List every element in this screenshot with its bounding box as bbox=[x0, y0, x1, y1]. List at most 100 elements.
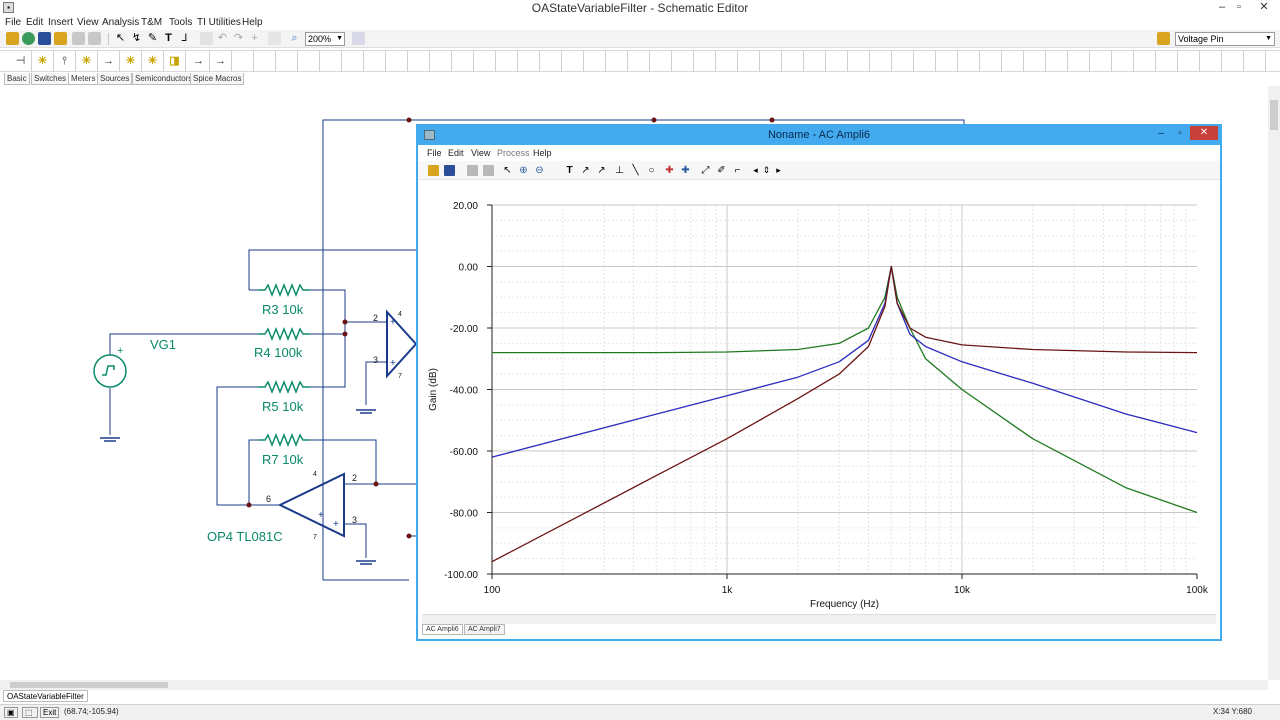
save-icon[interactable] bbox=[38, 32, 51, 45]
menu-ti-utilities[interactable]: TI Utilities bbox=[197, 17, 241, 28]
close-button[interactable]: ✕ bbox=[1254, 0, 1274, 14]
empty-slot[interactable] bbox=[364, 51, 386, 72]
empty-slot[interactable] bbox=[694, 51, 716, 72]
updown-icon[interactable]: ⇕ bbox=[761, 165, 772, 176]
empty-slot[interactable] bbox=[386, 51, 408, 72]
zoom-in-icon[interactable]: ⊕ bbox=[518, 165, 529, 176]
ammeter-icon[interactable]: ⊣ bbox=[10, 51, 32, 72]
empty-slot[interactable] bbox=[1156, 51, 1178, 72]
empty-slot[interactable] bbox=[518, 51, 540, 72]
empty-slot[interactable] bbox=[232, 51, 254, 72]
marker-icon[interactable]: ↗ bbox=[580, 165, 591, 176]
empty-slot[interactable] bbox=[782, 51, 804, 72]
pointer-icon[interactable]: ↖ bbox=[502, 165, 513, 176]
zoom-out-icon[interactable]: ⊖ bbox=[534, 165, 545, 176]
ac-menu-help[interactable]: Help bbox=[533, 148, 552, 158]
empty-slot[interactable] bbox=[650, 51, 672, 72]
empty-slot[interactable] bbox=[628, 51, 650, 72]
circle-icon[interactable]: ○ bbox=[646, 165, 657, 176]
step-icon[interactable]: ⌐ bbox=[732, 165, 743, 176]
copy-icon[interactable] bbox=[88, 32, 101, 45]
plot-area[interactable]: 20.00 0.00 -20.00 -40.00 -60.00 -80.00 -100.00… bbox=[422, 182, 1216, 614]
ac-maximize-button[interactable]: ▫ bbox=[1170, 128, 1190, 139]
signal-output-icon[interactable]: → bbox=[210, 51, 232, 72]
tab-spice-macros[interactable]: Spice Macros bbox=[190, 73, 245, 85]
empty-slot[interactable] bbox=[1134, 51, 1156, 72]
empty-slot[interactable] bbox=[254, 51, 276, 72]
empty-slot[interactable] bbox=[1244, 51, 1266, 72]
scroll-thumb[interactable] bbox=[1270, 100, 1278, 130]
ac-menu-edit[interactable]: Edit bbox=[448, 148, 464, 158]
empty-slot[interactable] bbox=[452, 51, 474, 72]
voltmeter-icon[interactable]: ✳ bbox=[32, 51, 54, 72]
ac-minimize-button[interactable]: – bbox=[1151, 128, 1171, 139]
cursor-c-icon[interactable]: ✚ bbox=[680, 165, 691, 176]
empty-slot[interactable] bbox=[408, 51, 430, 72]
right-icon[interactable]: ▸ bbox=[773, 165, 784, 176]
horizontal-scrollbar[interactable] bbox=[0, 680, 1268, 690]
menu-edit[interactable]: Edit bbox=[26, 17, 43, 28]
pencil-icon[interactable]: ✎ bbox=[146, 32, 159, 45]
empty-slot[interactable] bbox=[298, 51, 320, 72]
grid-icon[interactable] bbox=[268, 32, 281, 45]
redo-icon[interactable]: ↷ bbox=[232, 32, 245, 45]
bode-plot[interactable]: 20.00 0.00 -20.00 -40.00 -60.00 -80.00 -100.00… bbox=[422, 182, 1216, 614]
tab-meters[interactable]: Meters bbox=[68, 73, 99, 85]
menu-analysis[interactable]: Analysis bbox=[102, 17, 139, 28]
empty-slot[interactable] bbox=[892, 51, 914, 72]
open-recent-icon[interactable] bbox=[54, 32, 67, 45]
tab-semiconductors[interactable]: Semiconductors bbox=[132, 73, 196, 85]
paste-icon[interactable] bbox=[483, 165, 494, 176]
status-icon[interactable]: ▣ bbox=[4, 707, 18, 718]
empty-slot[interactable] bbox=[562, 51, 584, 72]
ac-menu-view[interactable]: View bbox=[471, 148, 490, 158]
empty-slot[interactable] bbox=[474, 51, 496, 72]
axis-icon[interactable]: ⊥ bbox=[614, 165, 625, 176]
empty-slot[interactable] bbox=[936, 51, 958, 72]
empty-slot[interactable] bbox=[430, 51, 452, 72]
ac-tab-ampli6[interactable]: AC Ampli6 bbox=[422, 624, 463, 635]
empty-slot[interactable] bbox=[1046, 51, 1068, 72]
tab-sources[interactable]: Sources bbox=[97, 73, 133, 85]
empty-slot[interactable] bbox=[1178, 51, 1200, 72]
text-tool-icon[interactable]: T bbox=[162, 32, 175, 45]
meter-probe-icon[interactable]: ✳ bbox=[142, 51, 164, 72]
menu-insert[interactable]: Insert bbox=[48, 17, 73, 28]
empty-slot[interactable] bbox=[914, 51, 936, 72]
cut-icon[interactable] bbox=[72, 32, 85, 45]
menu-tools[interactable]: Tools bbox=[169, 17, 192, 28]
empty-slot[interactable] bbox=[1024, 51, 1046, 72]
empty-slot[interactable] bbox=[958, 51, 980, 72]
empty-slot[interactable] bbox=[716, 51, 738, 72]
empty-slot[interactable] bbox=[980, 51, 1002, 72]
empty-slot[interactable] bbox=[672, 51, 694, 72]
empty-slot[interactable] bbox=[496, 51, 518, 72]
left-icon[interactable]: ◂ bbox=[750, 165, 761, 176]
ground-meter-icon[interactable]: ⫯ bbox=[54, 51, 76, 72]
empty-slot[interactable] bbox=[1090, 51, 1112, 72]
empty-slot[interactable] bbox=[540, 51, 562, 72]
select-arrow-icon[interactable]: ↖ bbox=[114, 32, 127, 45]
empty-slot[interactable] bbox=[1222, 51, 1244, 72]
zoom-icon[interactable]: ⌕ bbox=[288, 32, 301, 45]
wattmeter-icon[interactable]: ✳ bbox=[76, 51, 98, 72]
empty-slot[interactable] bbox=[584, 51, 606, 72]
empty-slot[interactable] bbox=[606, 51, 628, 72]
status-icon-2[interactable]: ⬚ bbox=[22, 707, 38, 718]
pin-type-select[interactable]: Voltage Pin ▼ bbox=[1175, 32, 1275, 46]
ac-menu-process[interactable]: Process bbox=[497, 148, 530, 158]
vertical-scrollbar[interactable] bbox=[1268, 86, 1280, 680]
menu-file[interactable]: File bbox=[5, 17, 21, 28]
open-folder-icon[interactable] bbox=[6, 32, 19, 45]
empty-slot[interactable] bbox=[1112, 51, 1134, 72]
text-icon[interactable]: T bbox=[564, 165, 575, 176]
cursor-a-icon[interactable]: ↗ bbox=[596, 165, 607, 176]
web-icon[interactable] bbox=[22, 32, 35, 45]
empty-slot[interactable] bbox=[804, 51, 826, 72]
cursor-b-icon[interactable]: ✚ bbox=[664, 165, 675, 176]
empty-slot[interactable] bbox=[1200, 51, 1222, 72]
zoom-select[interactable]: 200% ▼ bbox=[305, 32, 345, 46]
empty-slot[interactable] bbox=[826, 51, 848, 72]
empty-slot[interactable] bbox=[738, 51, 760, 72]
empty-slot[interactable] bbox=[320, 51, 342, 72]
